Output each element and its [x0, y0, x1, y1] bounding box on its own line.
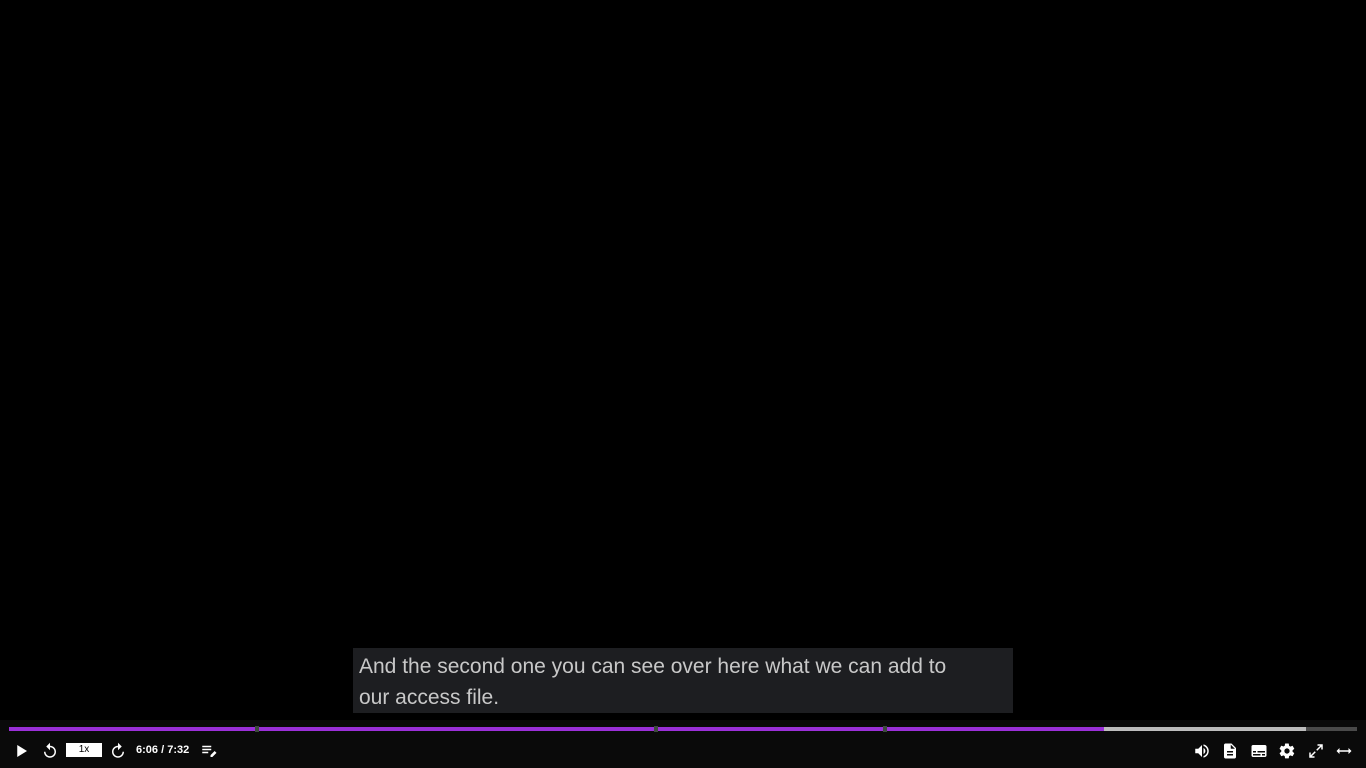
- fullscreen-icon: [1309, 744, 1323, 758]
- caption-box: And the second one you can see over here…: [353, 648, 1013, 713]
- captions-button[interactable]: [1248, 740, 1270, 762]
- video-player: And the second one you can see over here…: [0, 0, 1366, 768]
- current-time: 6:06: [136, 744, 159, 756]
- time-display: 6:06 / 7:32: [136, 743, 189, 757]
- video-frame[interactable]: [0, 0, 1366, 720]
- captions-icon: [1251, 745, 1267, 757]
- progress-bar[interactable]: [9, 726, 1357, 732]
- chapter-marker[interactable]: [654, 726, 658, 732]
- play-button[interactable]: [10, 740, 32, 762]
- forward-button[interactable]: [107, 740, 129, 762]
- play-icon: [17, 745, 27, 757]
- notes-button[interactable]: [198, 740, 220, 762]
- playback-speed-button[interactable]: 1x: [66, 743, 102, 757]
- playlist-edit-icon: [202, 745, 217, 757]
- rewind-10-icon: [44, 742, 56, 758]
- forward-10-icon: [112, 742, 124, 758]
- expand-width-button[interactable]: [1333, 740, 1355, 762]
- rewind-button[interactable]: [39, 740, 61, 762]
- volume-icon: [1195, 744, 1209, 758]
- progress-played: [9, 727, 1104, 731]
- volume-button[interactable]: [1191, 740, 1213, 762]
- chapter-marker[interactable]: [255, 726, 259, 732]
- chapter-marker[interactable]: [883, 726, 887, 732]
- caption-line-2: our access file.: [359, 686, 500, 709]
- expand-width-icon: [1336, 748, 1352, 754]
- transcript-icon: [1224, 743, 1236, 759]
- settings-button[interactable]: [1276, 740, 1298, 762]
- gear-icon: [1279, 743, 1295, 759]
- transcript-button[interactable]: [1219, 740, 1241, 762]
- duration: 7:32: [167, 744, 190, 756]
- fullscreen-button[interactable]: [1305, 740, 1327, 762]
- caption-line-1: And the second one you can see over here…: [359, 655, 947, 678]
- time-separator: /: [158, 744, 168, 756]
